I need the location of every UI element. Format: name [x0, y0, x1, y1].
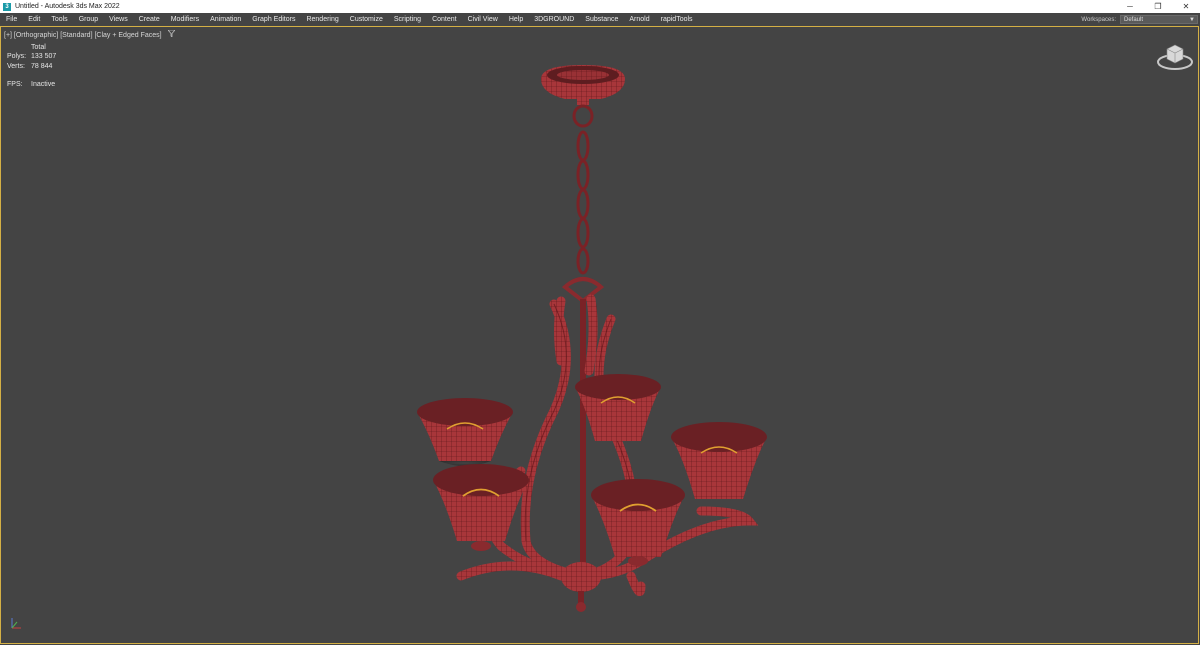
chevron-down-icon: ▼	[1189, 17, 1195, 23]
viewport-label-text[interactable]: [+] [Orthographic] [Standard] [Clay + Ed…	[4, 32, 162, 39]
menu-create[interactable]: Create	[133, 13, 165, 26]
window-title: Untitled - Autodesk 3ds Max 2022	[15, 3, 120, 10]
menu-tools[interactable]: Tools	[45, 13, 72, 26]
polys-label: Polys:	[7, 53, 27, 61]
lamp-shade-right	[671, 422, 767, 499]
app-icon: 3	[3, 2, 11, 11]
bottom-finial	[561, 562, 601, 612]
menu-arnold[interactable]: Arnold	[623, 13, 654, 26]
restore-button[interactable]: ❐	[1144, 0, 1172, 13]
menu-content[interactable]: Content	[426, 13, 462, 26]
menu-file[interactable]: File	[0, 13, 22, 26]
workspaces-area: Workspaces: Default ▼	[1081, 13, 1198, 26]
verts-label: Verts:	[7, 62, 25, 70]
menu-help[interactable]: Help	[503, 13, 528, 26]
stats-header: Total	[31, 44, 46, 51]
lamp-shade-back-left	[417, 398, 513, 466]
fps-label: FPS:	[7, 80, 23, 88]
menu-substance[interactable]: Substance	[579, 13, 623, 26]
menu-customize[interactable]: Customize	[344, 13, 388, 26]
menu-bar: File Edit Tools Group Views Create Modif…	[0, 13, 1200, 26]
viewport-scene	[417, 65, 767, 612]
menu-rapidtools[interactable]: rapidTools	[655, 13, 698, 26]
chain	[572, 104, 594, 275]
verts-value: 78 844	[31, 62, 53, 70]
workspaces-value: Default	[1124, 17, 1144, 23]
viewcube-icon[interactable]	[1156, 41, 1194, 78]
center-stem	[580, 299, 586, 577]
menu-modifiers[interactable]: Modifiers	[165, 13, 204, 26]
polys-value: 133 507	[31, 53, 57, 61]
viewport-label[interactable]: [+] [Orthographic] [Standard] [Clay + Ed…	[4, 29, 176, 39]
menu-views[interactable]: Views	[103, 13, 133, 26]
menu-civil-view[interactable]: Civil View	[462, 13, 503, 26]
axis-tripod-icon	[9, 616, 23, 635]
lamp-shade-front-left	[433, 464, 529, 551]
menu-group[interactable]: Group	[73, 13, 103, 26]
perspective-viewport[interactable]: [+] [Orthographic] [Standard] [Clay + Ed…	[0, 26, 1199, 644]
chandelier-model[interactable]	[417, 65, 767, 612]
lamp-shade-back-center	[575, 374, 661, 441]
funnel-icon[interactable]	[166, 29, 176, 39]
menu-rendering[interactable]: Rendering	[300, 13, 343, 26]
menu-scripting[interactable]: Scripting	[388, 13, 426, 26]
statistics-overlay: Total Polys: 133 507 Verts: 78 844 FPS: Ina…	[7, 43, 56, 89]
fps-value: Inactive	[31, 80, 56, 88]
menu-graph-editors[interactable]: Graph Editors	[246, 13, 300, 26]
ceiling-canopy	[541, 65, 625, 105]
close-button[interactable]: ✕	[1172, 0, 1200, 13]
title-bar: 3 Untitled - Autodesk 3ds Max 2022 ─ ❐ ✕	[0, 0, 1200, 13]
menu-3dground[interactable]: 3DGROUND	[528, 13, 579, 26]
minimize-button[interactable]: ─	[1116, 0, 1144, 13]
workspaces-dropdown[interactable]: Default ▼	[1120, 15, 1198, 24]
menu-animation[interactable]: Animation	[204, 13, 246, 26]
menu-edit[interactable]: Edit	[22, 13, 45, 26]
hanger-bracket	[561, 277, 605, 304]
workspaces-label: Workspaces:	[1081, 16, 1116, 23]
lamp-shade-front-right	[591, 479, 685, 566]
